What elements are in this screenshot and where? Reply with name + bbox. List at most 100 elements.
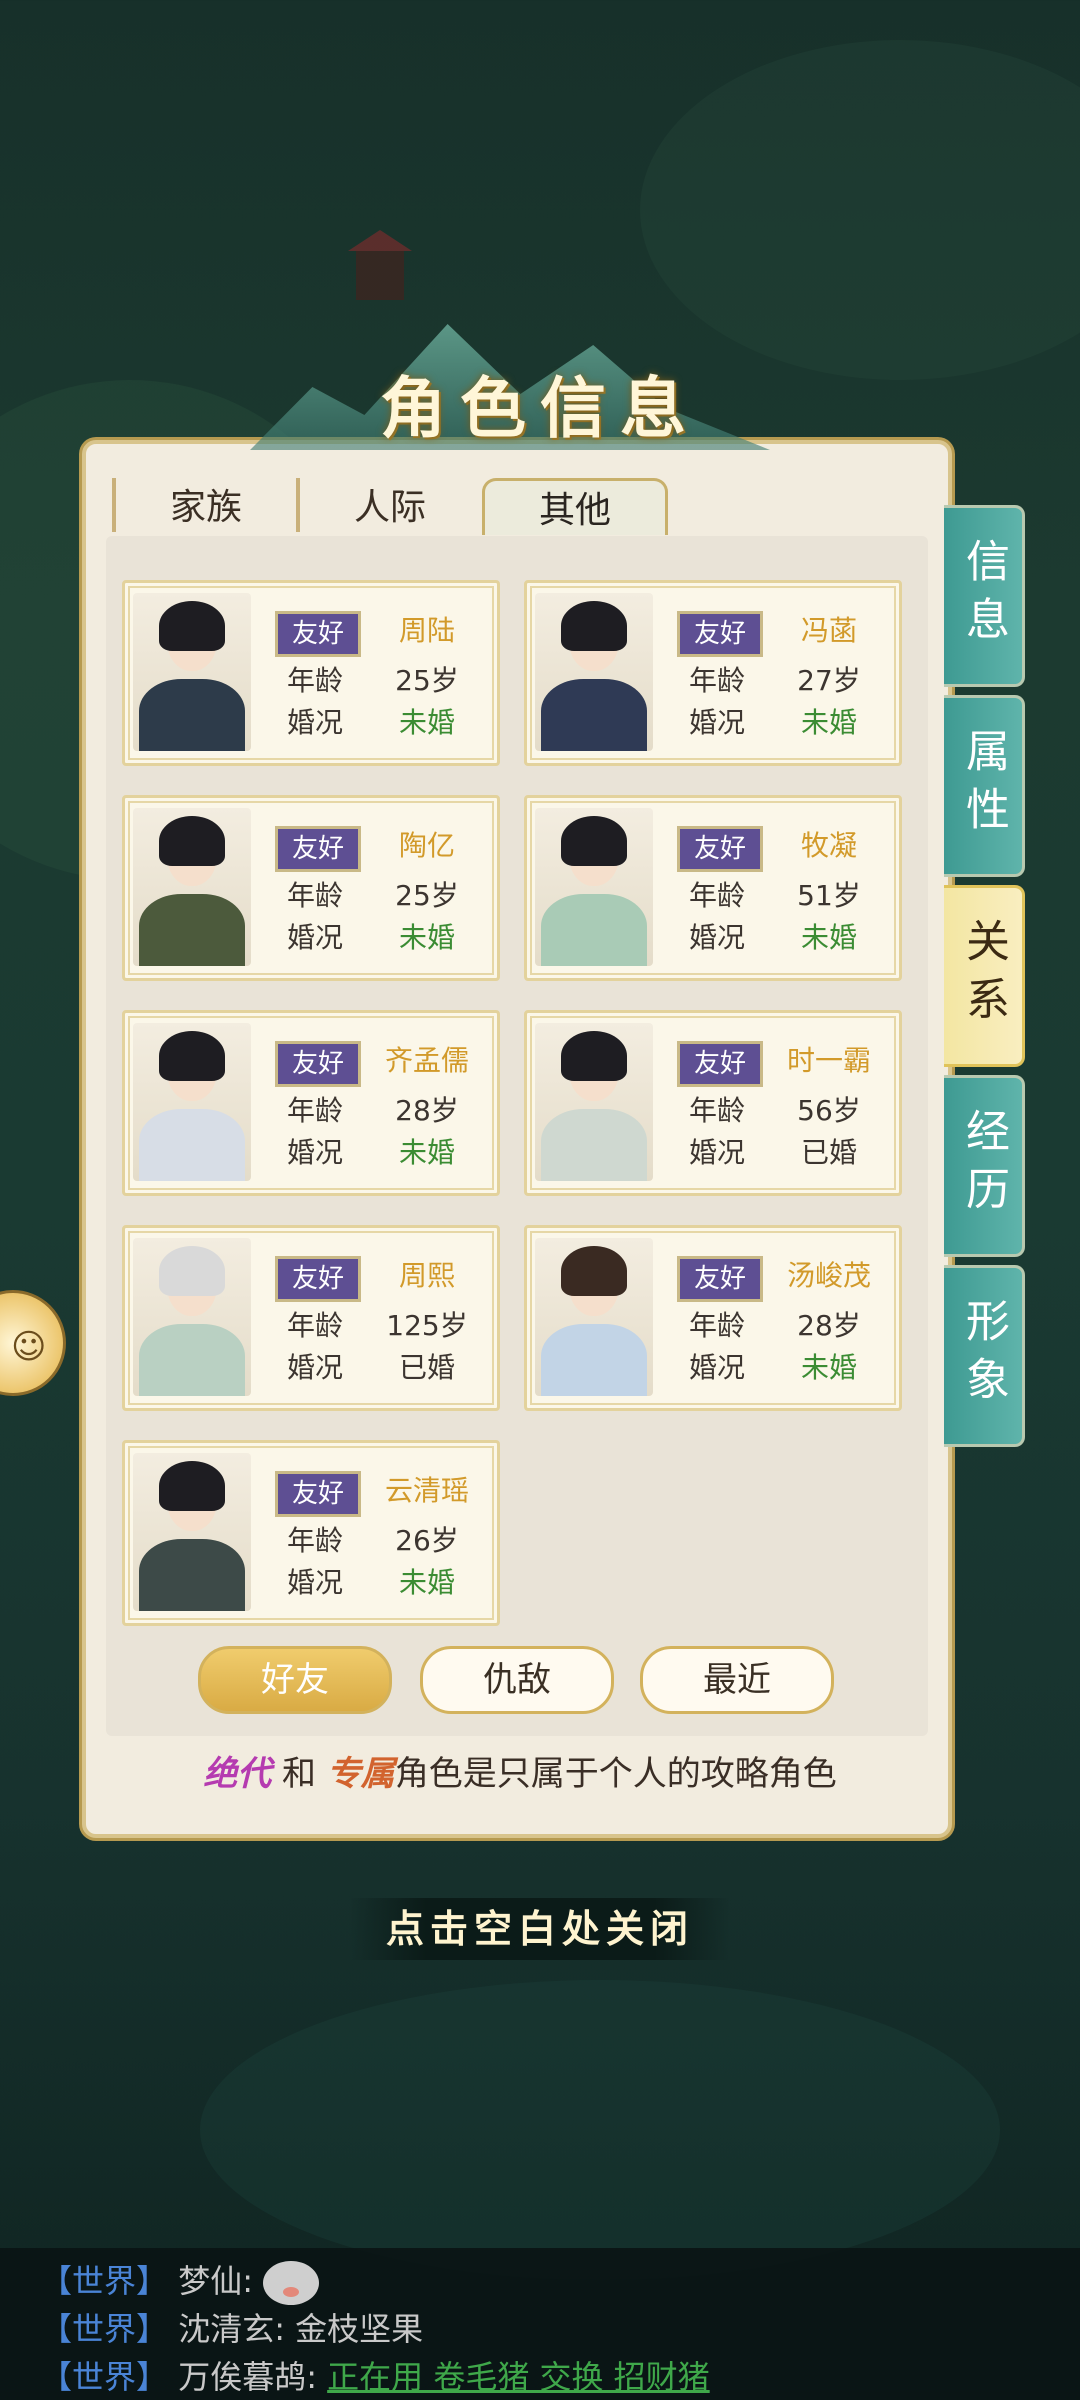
age-label: 年龄 <box>286 664 343 697</box>
side-tab-relations[interactable]: 关系 <box>944 885 1025 1067</box>
age-value: 56岁 <box>797 1094 861 1127</box>
filter-recent-button[interactable]: 最近 <box>640 1646 834 1714</box>
character-card[interactable]: 友好 齐孟儒 年龄 28岁 婚况 未婚 <box>122 1010 500 1196</box>
age-label: 年龄 <box>688 1094 745 1127</box>
marriage-value: 未婚 <box>800 921 857 954</box>
chat-message: 【世界】 万俟暮鸪: 正在用 卷毛猪 交换 招财猪 <box>40 2352 710 2398</box>
age-label: 年龄 <box>286 879 343 912</box>
relation-badge: 友好 <box>275 1041 361 1087</box>
tab-social[interactable]: 人际 <box>296 478 480 532</box>
exclusive-tag: 专属 <box>326 1754 395 1794</box>
tab-family[interactable]: 家族 <box>112 478 296 532</box>
chat-message: 【世界】 沈清玄: 金枝坚果 <box>40 2304 423 2350</box>
character-portrait <box>133 808 251 966</box>
age-label: 年龄 <box>688 664 745 697</box>
sticker-emoji-icon <box>263 2261 320 2305</box>
marriage-label: 婚况 <box>688 1136 745 1169</box>
chat-user: 沈清玄: <box>178 2310 285 2348</box>
marriage-label: 婚况 <box>286 706 343 739</box>
character-portrait <box>133 593 251 751</box>
character-name: 齐孟儒 <box>384 1044 469 1077</box>
chat-text: 金枝坚果 <box>295 2310 424 2348</box>
panel-title: 角色信息 <box>380 369 700 447</box>
relation-badge: 友好 <box>677 826 763 872</box>
character-name: 汤峻茂 <box>786 1259 871 1292</box>
side-tab-info[interactable]: 信息 <box>944 505 1025 687</box>
side-tab-history[interactable]: 经历 <box>944 1075 1025 1257</box>
character-name: 周熙 <box>398 1259 455 1292</box>
marriage-value: 未婚 <box>800 1351 857 1384</box>
relation-badge: 友好 <box>275 611 361 657</box>
marriage-value: 未婚 <box>398 706 455 739</box>
character-name: 时一霸 <box>786 1044 871 1077</box>
character-card[interactable]: 友好 云清瑶 年龄 26岁 婚况 未婚 <box>122 1440 500 1626</box>
tab-other[interactable]: 其他 <box>482 478 668 535</box>
relation-badge: 友好 <box>275 1256 361 1302</box>
character-card[interactable]: 友好 汤峻茂 年龄 28岁 婚况 未婚 <box>524 1225 902 1411</box>
character-portrait <box>133 1453 251 1611</box>
filter-friends-button[interactable]: 好友 <box>198 1646 392 1714</box>
character-portrait <box>535 1238 653 1396</box>
age-value: 26岁 <box>395 1524 459 1557</box>
marriage-value: 未婚 <box>398 1566 455 1599</box>
character-card[interactable]: 友好 周陆 年龄 25岁 婚况 未婚 <box>122 580 500 766</box>
notice-text: 角色是只属于个人的攻略角色 <box>394 1754 837 1794</box>
relation-badge: 友好 <box>677 611 763 657</box>
character-card[interactable]: 友好 周熙 年龄 125岁 婚况 已婚 <box>122 1225 500 1411</box>
relation-badge: 友好 <box>677 1256 763 1302</box>
chat-message: 【世界】 梦仙: <box>40 2256 320 2305</box>
relation-badge: 友好 <box>275 1471 361 1517</box>
filter-enemies-button[interactable]: 仇敌 <box>420 1646 614 1714</box>
age-value: 27岁 <box>797 664 861 697</box>
age-value: 125岁 <box>386 1309 468 1342</box>
character-portrait <box>535 1023 653 1181</box>
character-portrait <box>133 1023 251 1181</box>
age-value: 25岁 <box>395 664 459 697</box>
character-name: 牧凝 <box>800 829 857 862</box>
character-card[interactable]: 友好 牧凝 年龄 51岁 婚况 未婚 <box>524 795 902 981</box>
character-name: 陶亿 <box>398 829 455 862</box>
character-card[interactable]: 友好 冯菡 年龄 27岁 婚况 未婚 <box>524 580 902 766</box>
age-label: 年龄 <box>286 1309 343 1342</box>
marriage-label: 婚况 <box>286 921 343 954</box>
marriage-value: 未婚 <box>398 921 455 954</box>
peerless-tag: 绝代 <box>203 1754 272 1794</box>
trade-link[interactable]: 正在用 卷毛猪 交换 招财猪 <box>327 2358 710 2396</box>
chat-user: 梦仙: <box>178 2262 253 2300</box>
relation-badge: 友好 <box>677 1041 763 1087</box>
exclusive-role-notice: 绝代 和 专属角色是只属于个人的攻略角色 <box>100 1746 940 1795</box>
age-value: 51岁 <box>797 879 861 912</box>
chat-channel: 【世界】 <box>40 2358 169 2396</box>
character-portrait <box>535 593 653 751</box>
character-portrait <box>133 1238 251 1396</box>
marriage-value: 已婚 <box>398 1351 455 1384</box>
marriage-value: 已婚 <box>800 1136 857 1169</box>
marriage-label: 婚况 <box>688 1351 745 1384</box>
notice-and: 和 <box>282 1754 316 1794</box>
chat-channel: 【世界】 <box>40 2310 169 2348</box>
age-label: 年龄 <box>286 1094 343 1127</box>
marriage-value: 未婚 <box>800 706 857 739</box>
marriage-label: 婚况 <box>286 1136 343 1169</box>
pavilion-decoration <box>348 230 412 300</box>
relation-badge: 友好 <box>275 826 361 872</box>
marriage-label: 婚况 <box>688 706 745 739</box>
character-name: 周陆 <box>398 614 455 647</box>
close-hint[interactable]: 点击空白处关闭 <box>350 1898 730 1960</box>
background-water <box>200 1980 1000 2280</box>
character-card[interactable]: 友好 时一霸 年龄 56岁 婚况 已婚 <box>524 1010 902 1196</box>
age-value: 25岁 <box>395 879 459 912</box>
character-name: 云清瑶 <box>384 1474 469 1507</box>
side-tab-appearance[interactable]: 形象 <box>944 1265 1025 1447</box>
character-portrait <box>535 808 653 966</box>
chat-bubble-icon[interactable]: ☺ <box>0 1290 66 1396</box>
character-card[interactable]: 友好 陶亿 年龄 25岁 婚况 未婚 <box>122 795 500 981</box>
marriage-label: 婚况 <box>688 921 745 954</box>
age-label: 年龄 <box>286 1524 343 1557</box>
background-hill <box>640 40 1080 380</box>
chat-channel: 【世界】 <box>40 2262 169 2300</box>
world-chat[interactable]: 【世界】 梦仙: 【世界】 沈清玄: 金枝坚果 【世界】 万俟暮鸪: 正在用 卷… <box>0 2248 1080 2400</box>
marriage-value: 未婚 <box>398 1136 455 1169</box>
side-tab-attributes[interactable]: 属性 <box>944 695 1025 877</box>
age-value: 28岁 <box>395 1094 459 1127</box>
